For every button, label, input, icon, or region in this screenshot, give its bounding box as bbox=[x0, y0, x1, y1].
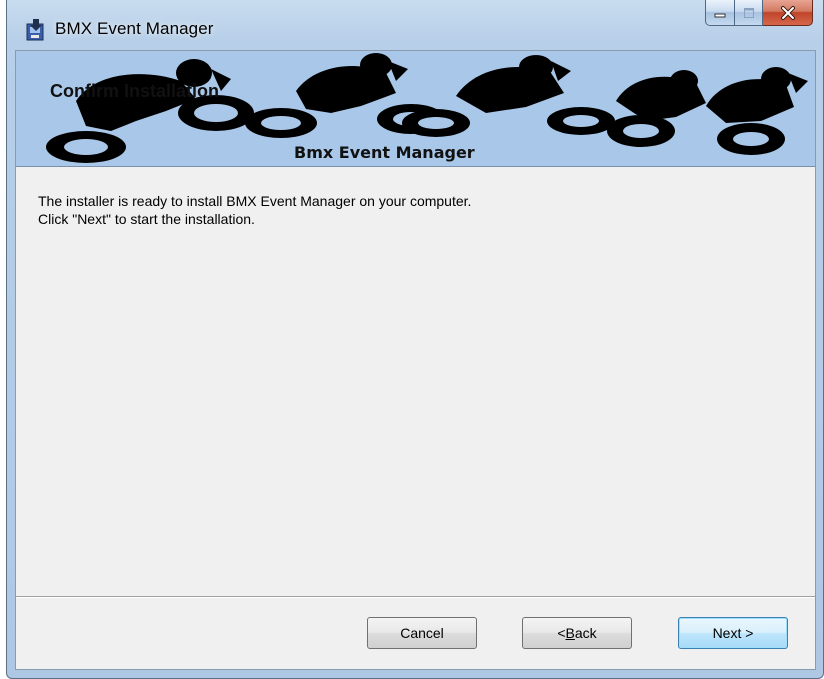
back-button-rest: ack bbox=[574, 625, 597, 641]
installer-client-area: Confirm Installation Bmx Event Manager T… bbox=[15, 50, 816, 670]
instructions-line-1: The installer is ready to install BMX Ev… bbox=[38, 193, 472, 209]
next-button[interactable]: Next > bbox=[678, 617, 788, 649]
installer-banner: Confirm Installation Bmx Event Manager bbox=[16, 51, 815, 167]
banner-caption: Bmx Event Manager bbox=[294, 143, 475, 162]
instructions-text: The installer is ready to install BMX Ev… bbox=[38, 192, 471, 228]
maximize-button[interactable] bbox=[735, 0, 763, 26]
footer-divider bbox=[16, 596, 815, 598]
back-button-prefix: < bbox=[557, 625, 566, 641]
caption-buttons bbox=[705, 0, 813, 28]
minimize-icon bbox=[706, 0, 734, 25]
maximize-icon bbox=[735, 0, 762, 25]
app-installer-icon bbox=[26, 19, 44, 41]
cancel-button[interactable]: Cancel bbox=[367, 617, 477, 649]
window-title: BMX Event Manager bbox=[55, 19, 214, 38]
banner-heading: Confirm Installation bbox=[50, 81, 220, 101]
back-button[interactable]: < Back bbox=[522, 617, 632, 649]
close-icon bbox=[763, 0, 812, 25]
title-bar[interactable]: BMX Event Manager bbox=[7, 0, 823, 50]
minimize-button[interactable] bbox=[705, 0, 735, 26]
instructions-line-2: Click "Next" to start the installation. bbox=[38, 211, 255, 227]
installer-window: BMX Event Manager Confirm Installation B… bbox=[6, 0, 824, 679]
back-button-accelerator: B bbox=[565, 625, 575, 641]
close-button[interactable] bbox=[763, 0, 813, 26]
